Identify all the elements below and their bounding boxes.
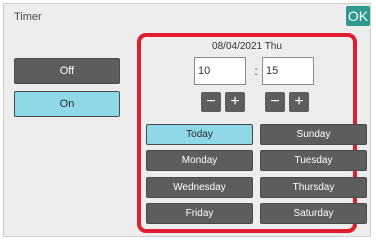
day-tuesday-button[interactable]: Tuesday <box>260 150 367 171</box>
minute-input[interactable]: 15 <box>262 57 314 85</box>
day-saturday-button[interactable]: Saturday <box>260 203 367 224</box>
on-button[interactable]: On <box>14 91 120 117</box>
time-separator: : <box>254 64 258 78</box>
minute-minus-button[interactable]: − <box>265 92 285 112</box>
day-thursday-button[interactable]: Thursday <box>260 177 367 198</box>
day-today-button[interactable]: Today <box>146 124 253 145</box>
day-wednesday-button[interactable]: Wednesday <box>146 177 253 198</box>
hour-minus-button[interactable]: − <box>201 92 221 112</box>
ok-button[interactable]: OK <box>346 6 370 26</box>
day-friday-button[interactable]: Friday <box>146 203 253 224</box>
off-button[interactable]: Off <box>14 58 120 84</box>
day-monday-button[interactable]: Monday <box>146 150 253 171</box>
date-label: 08/04/2021 Thu <box>212 41 282 52</box>
minute-plus-button[interactable]: + <box>289 92 309 112</box>
hour-input[interactable]: 10 <box>194 57 246 85</box>
hour-plus-button[interactable]: + <box>225 92 245 112</box>
day-sunday-button[interactable]: Sunday <box>260 124 367 145</box>
page-title: Timer <box>14 11 42 23</box>
